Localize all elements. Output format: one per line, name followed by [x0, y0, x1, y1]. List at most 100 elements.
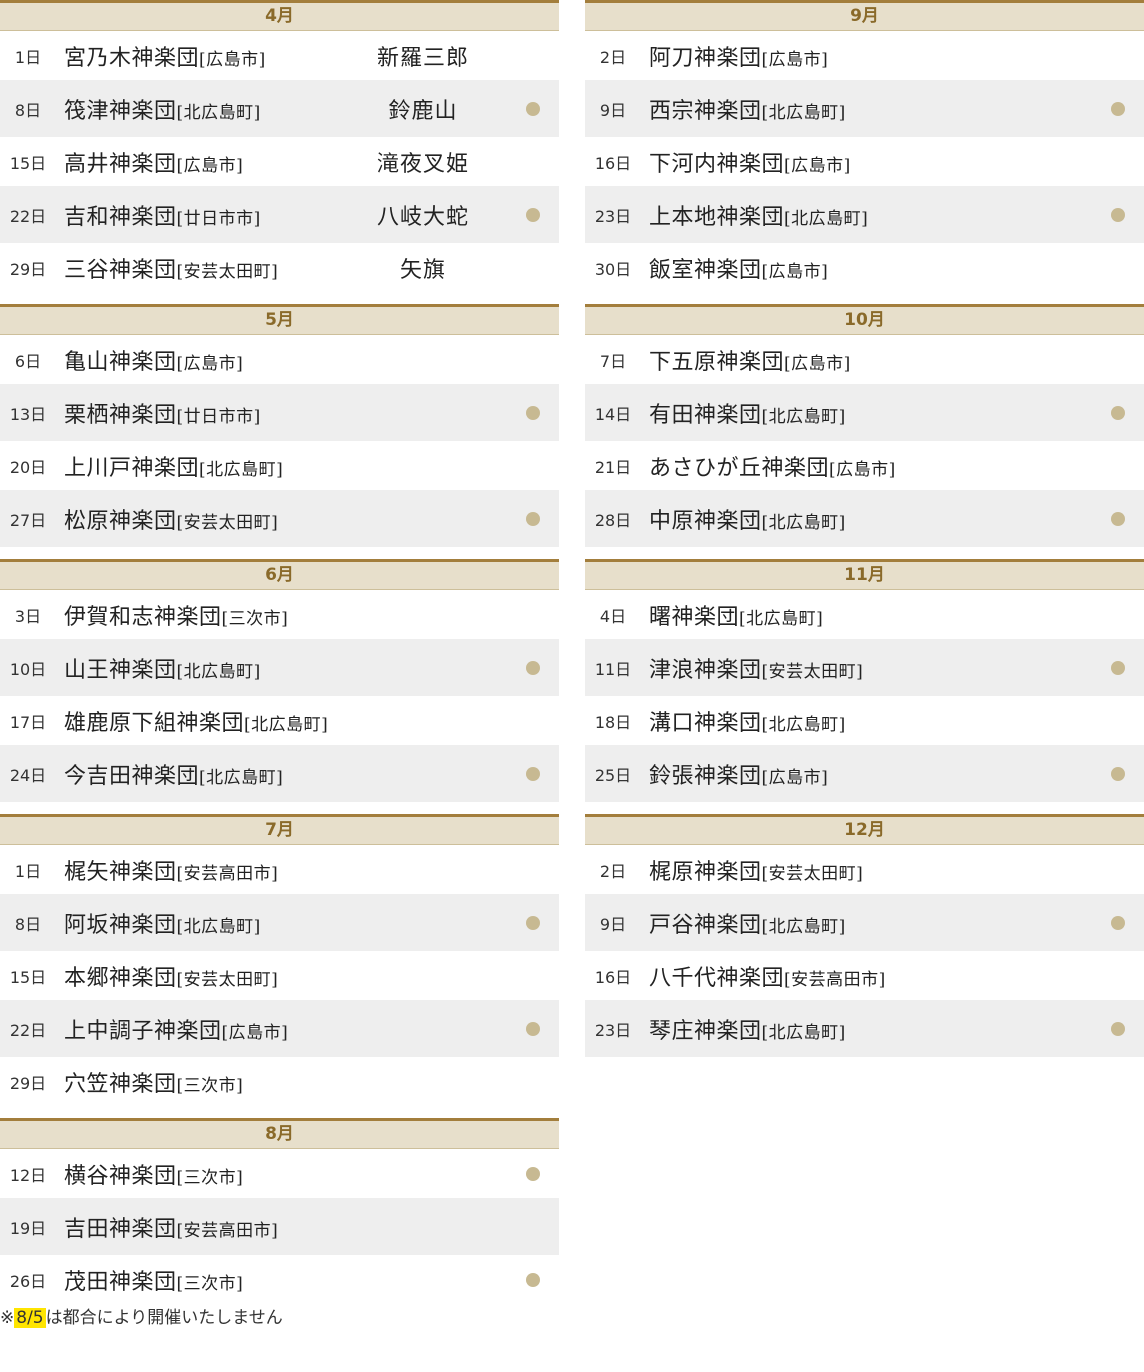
- schedule-row: 24日 今吉田神楽団[北広島町]: [0, 745, 559, 802]
- group-name: 下五原神楽団: [649, 349, 785, 375]
- month-header: 5月: [0, 304, 559, 335]
- kagura-group: 横谷神楽団[三次市]: [64, 1158, 243, 1190]
- month-header: 10月: [585, 304, 1144, 335]
- group-name: 本郷神楽団: [64, 965, 177, 991]
- kagura-group: 中原神楽団[北広島町]: [649, 503, 846, 535]
- schedule-row: 8日 筏津神楽団[北広島町] 鈴鹿山: [0, 80, 559, 137]
- group-name: 筏津神楽団: [64, 98, 177, 124]
- schedule-row: 16日 下河内神楽団[広島市]: [585, 137, 1144, 186]
- month-header: 9月: [585, 0, 1144, 31]
- group-location: [三次市]: [176, 1167, 244, 1188]
- group-name: 吉和神楽団: [64, 204, 177, 230]
- kagura-group: 梶原神楽団[安芸太田町]: [649, 854, 863, 886]
- event-day: 14日: [594, 404, 632, 424]
- group-location: [安芸太田町]: [176, 969, 279, 990]
- schedule-row: 1日 宮乃木神楽団[広島市] 新羅三郎: [0, 31, 559, 80]
- kagura-group: 上本地神楽団[北広島町]: [649, 199, 868, 231]
- schedule-row: 12日 横谷神楽団[三次市]: [0, 1149, 559, 1198]
- month-header: 4月: [0, 0, 559, 31]
- schedule-column-right: 9月 2日 阿刀神楽団[広島市] 9日 西宗神楽団[北広島町] 16日 下河内神楽団[広島市…: [585, 0, 1144, 1069]
- event-day: 25日: [594, 765, 632, 785]
- kagura-group: あさひが丘神楽団[広島市]: [649, 450, 896, 482]
- kagura-group: 高井神楽団[広島市]: [64, 146, 243, 178]
- event-day: 19日: [9, 1218, 47, 1238]
- dot-marker-icon: [1111, 766, 1125, 781]
- event-day: 3日: [14, 606, 42, 626]
- dot-marker-icon: [526, 207, 540, 222]
- event-day: 27日: [9, 510, 47, 530]
- program-title: 八岐大蛇: [376, 204, 469, 230]
- month-block: 4月 1日 宮乃木神楽団[広島市] 新羅三郎 8日 筏津神楽団[北広島町] 鈴鹿山 15日 高井…: [0, 0, 559, 292]
- kagura-group: 茂田神楽団[三次市]: [64, 1264, 243, 1296]
- event-day: 23日: [594, 1020, 632, 1040]
- kagura-group: 阿刀神楽団[広島市]: [649, 40, 828, 72]
- event-day: 21日: [594, 457, 632, 477]
- dot-marker-icon: [1111, 660, 1125, 675]
- event-day: 13日: [9, 404, 47, 424]
- group-name: 曙神楽団: [649, 604, 740, 630]
- event-day: 23日: [594, 206, 632, 226]
- group-location: [三次市]: [176, 1273, 244, 1294]
- schedule-row: 29日 三谷神楽団[安芸太田町] 矢旗: [0, 243, 559, 292]
- event-day: 1日: [14, 861, 42, 881]
- schedule-row: 2日 阿刀神楽団[広島市]: [585, 31, 1144, 80]
- event-day: 4日: [599, 606, 627, 626]
- group-name: 飯室神楽団: [649, 257, 762, 283]
- schedule-row: 26日 茂田神楽団[三次市]: [0, 1255, 559, 1304]
- schedule-row: 11日 津浪神楽団[安芸太田町]: [585, 639, 1144, 696]
- group-name: 鈴張神楽団: [649, 763, 762, 789]
- footnote-highlight-date: 8/5: [14, 1308, 46, 1328]
- footnote-mark: ※: [0, 1308, 15, 1328]
- schedule-row: 20日 上川戸神楽団[北広島町]: [0, 441, 559, 490]
- group-name: 雄鹿原下組神楽団: [64, 710, 245, 736]
- month-header: 8月: [0, 1118, 559, 1149]
- group-location: [北広島町]: [199, 459, 284, 480]
- group-name: 中原神楽団: [649, 508, 762, 534]
- kagura-group: 三谷神楽団[安芸太田町]: [64, 252, 278, 284]
- schedule-row: 10日 山王神楽団[北広島町]: [0, 639, 559, 696]
- event-day: 18日: [594, 712, 632, 732]
- kagura-group: 伊賀和志神楽団[三次市]: [64, 599, 288, 631]
- event-day: 16日: [594, 967, 632, 987]
- group-location: [広島市]: [829, 459, 896, 480]
- kagura-group: 琴庄神楽団[北広島町]: [649, 1013, 846, 1045]
- month-header: 12月: [585, 814, 1144, 845]
- group-name: 宮乃木神楽団: [64, 45, 200, 71]
- dot-marker-icon: [1111, 511, 1125, 526]
- group-location: [安芸高田市]: [176, 1220, 279, 1241]
- dot-marker-icon: [526, 915, 540, 930]
- group-location: [安芸太田町]: [176, 261, 279, 282]
- kagura-group: 上中調子神楽団[広島市]: [64, 1013, 288, 1045]
- group-location: [北広島町]: [176, 916, 261, 937]
- kagura-group: 亀山神楽団[広島市]: [64, 344, 243, 376]
- event-day: 8日: [14, 914, 42, 934]
- event-day: 1日: [14, 47, 42, 67]
- group-location: [廿日市市]: [176, 406, 261, 427]
- dot-marker-icon: [526, 101, 540, 116]
- schedule-row: 1日 梶矢神楽団[安芸高田市]: [0, 845, 559, 894]
- group-name: 八千代神楽団: [649, 965, 785, 991]
- group-location: [安芸高田市]: [176, 863, 279, 884]
- group-name: 津浪神楽団: [649, 657, 762, 683]
- group-name: 松原神楽団: [64, 508, 177, 534]
- kagura-group: 宮乃木神楽団[広島市]: [64, 40, 266, 72]
- month-block: 9月 2日 阿刀神楽団[広島市] 9日 西宗神楽団[北広島町] 16日 下河内神楽団[広島市…: [585, 0, 1144, 292]
- group-location: [北広島町]: [761, 916, 846, 937]
- dot-marker-icon: [526, 1272, 540, 1287]
- event-day: 29日: [9, 1073, 47, 1093]
- event-day: 10日: [9, 659, 47, 679]
- schedule-row: 28日 中原神楽団[北広島町]: [585, 490, 1144, 547]
- event-day: 30日: [594, 259, 632, 279]
- footnote-text: は都合により開催いたしません: [45, 1308, 283, 1328]
- event-day: 2日: [599, 47, 627, 67]
- group-name: 三谷神楽団: [64, 257, 177, 283]
- group-name: あさひが丘神楽団: [649, 455, 830, 481]
- dot-marker-icon: [526, 660, 540, 675]
- dot-marker-icon: [526, 1021, 540, 1036]
- group-location: [北広島町]: [761, 512, 846, 533]
- month-block: 12月 2日 梶原神楽団[安芸太田町] 9日 戸谷神楽団[北広島町] 16日 八千代神楽団[…: [585, 814, 1144, 1057]
- group-name: 伊賀和志神楽団: [64, 604, 222, 630]
- group-location: [広島市]: [761, 49, 829, 70]
- dot-marker-icon: [1111, 915, 1125, 930]
- kagura-group: 穴笠神楽団[三次市]: [64, 1066, 243, 1098]
